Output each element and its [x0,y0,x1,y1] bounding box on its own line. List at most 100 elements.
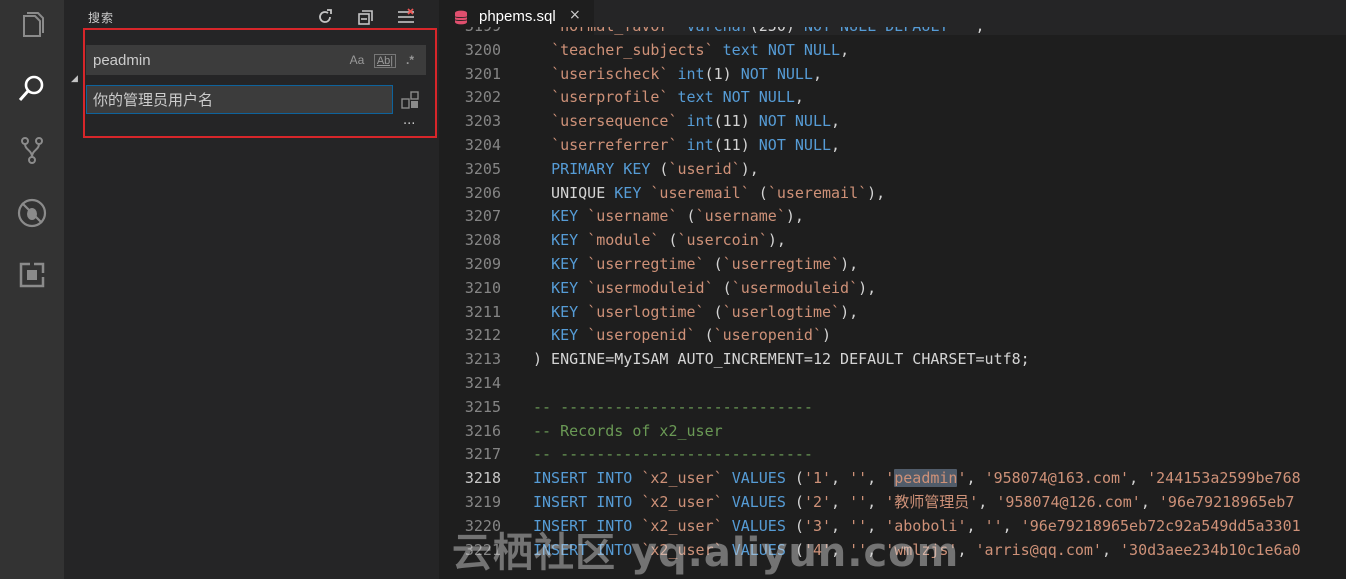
code-line: 3207 KEY `username` (`username`), [439,205,1346,229]
line-number: 3207 [464,207,501,226]
line-number: 3211 [464,302,501,321]
debug-icon[interactable] [12,193,52,233]
code-text: `userischeck` int(1) NOT NULL, [533,63,822,87]
code-area[interactable]: 3199 `normal_favor` varchar(250) NOT NUL… [439,27,1346,579]
code-token: NOT NULL [767,40,841,59]
code-token: text [722,40,759,59]
source-control-icon[interactable] [12,130,52,170]
code-token: text [677,88,714,107]
code-token: ( [704,302,723,321]
code-token: , [867,469,886,488]
code-token: '' [849,469,868,488]
toggle-replace-chevron-icon[interactable]: ◢ [71,74,81,84]
code-token: ), [785,207,804,226]
close-icon[interactable]: × [569,7,581,23]
code-text: KEY `userregtime` (`userregtime`), [533,253,858,277]
code-line: 3205 PRIMARY KEY (`userid`), [439,158,1346,182]
code-text: `normal_favor` varchar(250) NOT NULL DEF… [533,27,985,39]
watermark: 云栖社区 yq.aliyun.com [452,530,960,576]
code-token: ( [785,469,804,488]
code-token: ' [957,469,967,488]
code-token: , [957,540,976,559]
code-token: `useremail` [767,183,868,202]
code-token: `teacher_subjects` [551,40,714,59]
code-line: 3216 -- Records of x2_user [439,420,1346,444]
search-icon[interactable] [12,68,52,108]
code-token: , [978,493,997,511]
line-number: 3218 [464,469,501,488]
code-token: ( [749,183,768,202]
line-number: 3212 [464,326,501,345]
explorer-icon[interactable] [12,6,52,46]
code-token: `x2_user` [641,469,723,488]
code-line: 3201 `userischeck` int(1) NOT NULL, [439,63,1346,87]
clear-results-icon[interactable] [395,6,417,28]
line-number: 3217 [464,445,501,464]
code-token: ( [704,255,723,273]
code-token: KEY [551,302,579,321]
code-token: `userid` [668,159,741,178]
code-token: `normal_favor` [551,27,677,35]
search-match: peadmin [894,469,958,488]
code-token: , [840,40,850,59]
tab-label: phpems.sql [479,8,556,25]
code-text: -- Records of x2_user [533,420,723,444]
code-line: 3212 KEY `useropenid` (`useropenid`) [439,324,1346,348]
code-text: KEY `module` (`usercoin`), [533,229,786,253]
code-token: `usermoduleid` [587,278,714,297]
code-token: `userregtime` [587,255,705,273]
code-line: 3215 -- ---------------------------- [439,396,1346,420]
code-line: 3218 INSERT INTO `x2_user` VALUES ('1', '… [439,467,1346,491]
code-token: , [831,136,841,154]
collapse-all-icon[interactable] [355,6,377,28]
activity-bar [0,0,64,579]
line-number: 3205 [464,159,501,178]
code-token: KEY [551,278,579,297]
code-token: ' [885,469,895,488]
code-text: `teacher_subjects` text NOT NULL, [533,39,849,63]
code-token: , [966,516,985,535]
line-number: 3204 [464,136,501,154]
code-token: , [867,493,886,511]
code-token: `x2_user` [641,493,723,511]
code-token: `userprofile` [551,88,669,107]
code-token: -- ---------------------------- [533,445,813,464]
code-text: `usersequence` int(11) NOT NULL, [533,110,840,134]
line-number: 3215 [464,397,501,416]
code-line: 3219 INSERT INTO `x2_user` VALUES ('2', '… [439,491,1346,515]
refresh-icon[interactable] [314,6,336,28]
code-token: INSERT INTO [533,493,633,511]
code-token: , [831,493,850,511]
code-token: NOT NULL [740,64,813,83]
code-token: NOT NULL [758,136,832,154]
code-token: ( [659,231,678,250]
extensions-icon[interactable] [12,255,52,295]
database-icon [454,10,468,25]
code-line: 3208 KEY `module` (`usercoin`), [439,229,1346,253]
code-token: '' [849,493,868,511]
code-token: '教师管理员' [885,493,979,511]
code-token: , [831,469,850,488]
code-token: PRIMARY KEY [551,159,651,178]
code-token: '958074@126.com' [996,493,1141,511]
code-token: , [966,469,985,488]
line-number: 3208 [464,231,501,250]
code-token: -- Records of x2_user [533,421,723,440]
code-token: '96e79218965eb72c92a549dd5a3301 [1020,516,1301,535]
annotation-highlight-box [83,28,437,138]
code-text: PRIMARY KEY (`userid`), [533,158,759,182]
code-token: ) [822,326,832,345]
code-token: `usermoduleid` [731,278,859,297]
line-number: 3200 [464,40,501,59]
